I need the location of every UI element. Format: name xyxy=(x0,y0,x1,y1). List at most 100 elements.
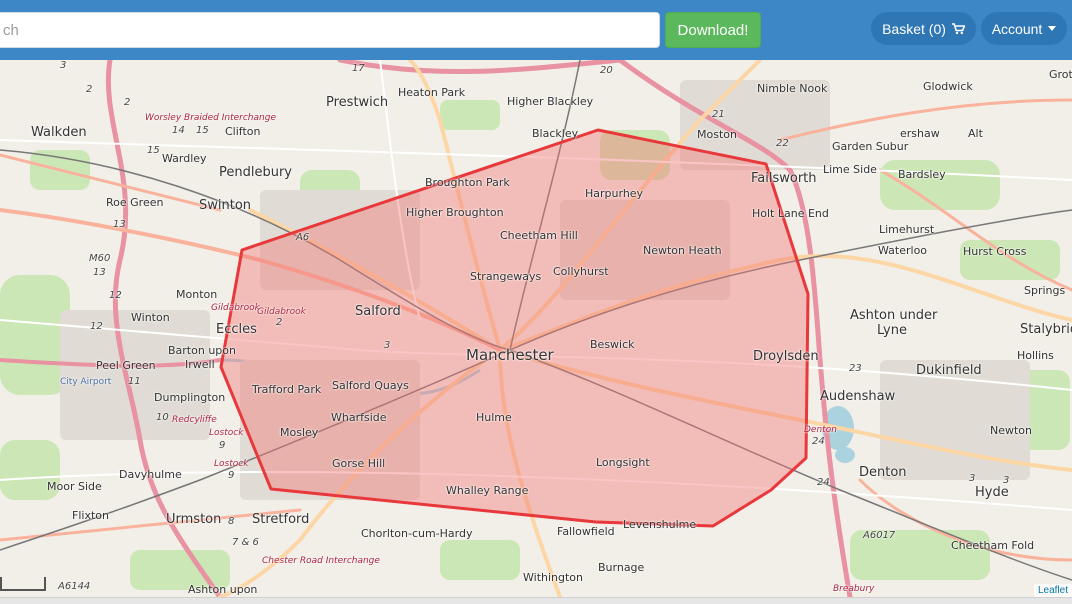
junction-label: 14 xyxy=(172,125,185,136)
place-label: Dukinfield xyxy=(916,363,982,378)
junction-label: 12 xyxy=(109,290,122,301)
place-label: Irwell xyxy=(185,358,215,371)
place-label: Collyhurst xyxy=(553,265,609,278)
place-label: Droylsden xyxy=(753,349,819,364)
place-label: Mosley xyxy=(280,426,319,439)
place-label: Urmston xyxy=(166,512,222,527)
place-label: Holt Lane End xyxy=(752,207,829,220)
place-label: Limehurst xyxy=(879,223,935,236)
account-label: Account xyxy=(991,20,1043,37)
road-label: Gildabrook xyxy=(257,307,306,317)
map-view[interactable]: Manchester Salford Eccles Droylsden Prestwic… xyxy=(0,60,1072,597)
junction-label: 3 xyxy=(969,473,976,484)
junction-label: 9 xyxy=(219,440,226,451)
place-label: Denton xyxy=(859,465,907,480)
place-label: Longsight xyxy=(596,456,650,469)
road-label: Lostock xyxy=(214,459,249,469)
place-label: Waterloo xyxy=(878,244,928,257)
place-label: Hyde xyxy=(975,485,1009,500)
shopping-cart-icon xyxy=(951,22,965,35)
place-label: ershaw xyxy=(900,127,940,140)
place-label: Higher Blackley xyxy=(507,95,594,108)
road-label: Gildabrook xyxy=(211,303,260,313)
junction-label: 12 xyxy=(90,321,103,332)
place-label: Pendlebury xyxy=(219,165,293,180)
map-tiles xyxy=(0,60,1072,597)
download-button[interactable]: Download! xyxy=(665,12,761,48)
place-label: Salford Quays xyxy=(332,379,409,392)
place-label: Swinton xyxy=(199,198,252,213)
place-label: Walkden xyxy=(31,125,87,140)
place-label: Newton Heath xyxy=(643,244,722,257)
junction-label: 13 xyxy=(113,219,126,230)
junction-label: 13 xyxy=(93,267,106,278)
place-label: Withington xyxy=(523,571,584,584)
place-label: Prestwich xyxy=(326,95,389,110)
place-label: Davyhulme xyxy=(119,468,182,481)
junction-label: 7 & 6 xyxy=(232,537,259,548)
place-label: Groti xyxy=(1049,68,1072,81)
place-label: Clifton xyxy=(225,125,261,138)
map-attribution[interactable]: Leaflet xyxy=(1033,584,1072,597)
junction-label: A6144 xyxy=(58,581,91,592)
place-label: Moor Side xyxy=(47,480,102,493)
place-label: Springs xyxy=(1024,284,1066,297)
junction-label: 15 xyxy=(147,145,160,156)
place-label: Levenshulme xyxy=(623,518,697,531)
road-label: City Airport xyxy=(60,377,112,387)
place-label: Manchester xyxy=(466,346,554,364)
place-label: Wharfside xyxy=(331,411,387,424)
place-label: Failsworth xyxy=(751,171,817,186)
place-label: Broughton Park xyxy=(425,176,510,189)
junction-label: 24 xyxy=(817,477,830,488)
junction-label: 11 xyxy=(128,376,141,387)
junction-label: 3 xyxy=(60,60,67,71)
junction-label: 22 xyxy=(776,138,789,149)
junction-label: 2 xyxy=(86,84,93,95)
place-label: Gorse Hill xyxy=(332,457,386,470)
scale-bar xyxy=(0,577,46,591)
junction-label: 20 xyxy=(600,65,613,76)
place-label: Wardley xyxy=(162,152,207,165)
place-label: Cheetham Hill xyxy=(500,229,578,242)
place-label: Chorlton-cum-Hardy xyxy=(361,527,473,540)
junction-label: A6 xyxy=(296,232,310,243)
place-label: Bardsley xyxy=(898,168,946,181)
place-label: Monton xyxy=(176,288,218,301)
top-navbar: Download! Basket (0) Account xyxy=(0,0,1072,60)
place-label: Cheetham Fold xyxy=(951,539,1035,552)
search-input[interactable] xyxy=(0,12,660,48)
place-label: Ashton upon xyxy=(188,583,258,596)
place-label: Audenshaw xyxy=(820,389,896,404)
junction-label: 8 xyxy=(228,516,235,527)
place-label: Moston xyxy=(697,128,737,141)
place-label: Roe Green xyxy=(106,196,164,209)
place-label: Whalley Range xyxy=(446,484,529,497)
place-label: Nimble Nook xyxy=(757,82,828,95)
place-label: Garden Subur xyxy=(832,140,909,153)
place-label: Trafford Park xyxy=(252,383,322,396)
place-label: Lime Side xyxy=(823,163,877,176)
place-label: Hurst Cross xyxy=(963,245,1027,258)
road-label: Redcyliffe xyxy=(172,415,217,425)
place-label: Peel Green xyxy=(96,359,156,372)
place-label: Beswick xyxy=(590,338,635,351)
junction-label: 23 xyxy=(849,363,862,374)
basket-button[interactable]: Basket (0) xyxy=(871,12,976,45)
basket-label: Basket (0) xyxy=(882,20,946,37)
place-label: Ashton under xyxy=(850,308,938,323)
place-label: Stretford xyxy=(252,512,310,527)
place-label: Blackley xyxy=(532,127,579,140)
road-label: Chester Road Interchange xyxy=(262,556,380,566)
junction-label: M60 xyxy=(89,253,111,264)
road-label: Breabury xyxy=(833,584,875,594)
junction-label: A6017 xyxy=(863,530,896,541)
place-label: Eccles xyxy=(216,322,257,337)
junction-label: 3 xyxy=(1003,475,1010,486)
place-label: Lyne xyxy=(877,323,907,338)
junction-label: 10 xyxy=(156,412,169,423)
road-label: Lostock xyxy=(209,428,244,438)
account-menu-button[interactable]: Account xyxy=(981,12,1067,45)
place-label: Dumplington xyxy=(154,391,226,404)
place-label: Harpurhey xyxy=(585,187,644,200)
